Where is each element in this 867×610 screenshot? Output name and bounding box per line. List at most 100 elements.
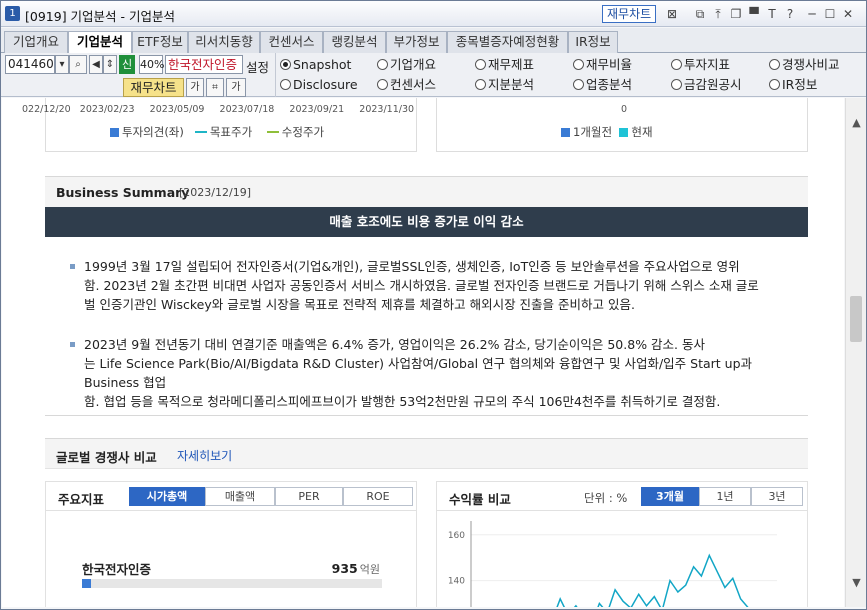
return-series-line (556, 553, 749, 607)
global-compare-header: 글로벌 경쟁사 비교 자세히보기 (45, 438, 808, 469)
period-tab-3y[interactable]: 3년 (751, 487, 803, 506)
y-tick-label: 140 (448, 577, 465, 587)
chart-legend: 투자의견(좌) 목표주가 수정주가 (110, 124, 324, 140)
app-window: 1 [0919] 기업분석 - 기업분석 재무차트 ⊠ ⧉ ⤒ ❐ ▀ T ? … (0, 0, 867, 610)
radio-dot (573, 79, 584, 90)
tab-company-analysis[interactable]: 기업분석 (68, 31, 132, 54)
radio-dot (280, 79, 291, 90)
radio-dot (573, 59, 584, 70)
radio-label: 금감원공시 (684, 77, 742, 92)
period-tab-1y[interactable]: 1년 (699, 487, 751, 506)
stepper-icon[interactable]: ⇕ (103, 55, 117, 74)
radio-dot (377, 59, 388, 70)
minimize-icon[interactable]: ─ (804, 6, 820, 22)
report-content: 022/12/20 2023/02/23 2023/05/09 2023/07/… (2, 98, 844, 607)
radio-industry-analysis[interactable]: 업종분석 (573, 77, 632, 93)
company-name-field[interactable]: 한국전자인증 (165, 55, 243, 74)
radio-competitor-comparison[interactable]: 경쟁사비교 (769, 57, 840, 73)
date-tick: 2023/09/21 (289, 104, 345, 115)
radio-financial-ratios[interactable]: 재무비율 (573, 57, 632, 73)
market-cap-bar-fill (82, 579, 91, 588)
radio-label: Snapshot (293, 57, 352, 72)
return-line-chart: 160140120 (448, 521, 777, 607)
maximize-icon[interactable]: ☐ (822, 6, 838, 22)
kpi-tab-market-cap[interactable]: 시가총액 (129, 487, 205, 506)
kpi-tab-per[interactable]: PER (275, 487, 343, 506)
financial-chart-button[interactable]: 재무차트 (602, 5, 657, 23)
link-icon[interactable]: ⧉ (692, 6, 708, 22)
vertical-scrollbar[interactable]: ▲ ▼ (845, 98, 866, 607)
radio-shareholding[interactable]: 지분분석 (475, 77, 534, 93)
business-summary-headline: 매출 호조에도 비용 증가로 이익 감소 (45, 207, 808, 237)
view-radio-group: Snapshot 기업개요 재무제표 재무비율 투자지표 경쟁사비교 Discl… (275, 53, 866, 97)
summary-line: 2023년 9월 전년동기 대비 연결기준 매출액은 6.4% 증가, 영업이익… (84, 337, 705, 352)
radio-fss-disclosure[interactable]: 금감원공시 (671, 77, 742, 93)
period-tab-3m[interactable]: 3개월 (641, 487, 699, 506)
kpi-body: 한국전자인증 935 억원 (45, 511, 417, 607)
radio-snapshot[interactable]: Snapshot (280, 57, 351, 73)
radio-financial-statements[interactable]: 재무제표 (475, 57, 534, 73)
kpi-tab-roe[interactable]: ROE (343, 487, 413, 506)
pin-icon[interactable]: ▀ (746, 6, 762, 22)
tab-ranking[interactable]: 랭킹분석 (323, 31, 386, 53)
radio-label: 컨센서스 (390, 77, 437, 92)
main-tab-bar: 기업개요 기업분석 ETF정보 리서치동향 컨센서스 랭킹분석 부가정보 종목별… (1, 28, 866, 54)
detail-link[interactable]: 자세히보기 (177, 447, 232, 464)
y-tick-label: 160 (448, 531, 465, 541)
font-size-icon[interactable]: T (764, 6, 780, 22)
radio-dot (671, 59, 682, 70)
close-icon[interactable]: ✕ (840, 6, 856, 22)
font-large-icon[interactable]: 가 (226, 78, 246, 97)
radio-consensus[interactable]: 컨센서스 (377, 77, 436, 93)
search-icon[interactable]: ⌕ (69, 55, 87, 74)
tab-capital-increase[interactable]: 종목별증자예정현황 (447, 31, 568, 53)
summary-line: 1999년 3월 17일 설립되어 전자인증서(기업&개인), 글로벌SSL인증… (84, 259, 740, 274)
radio-dot (769, 59, 780, 70)
code-dropdown-icon[interactable]: ▾ (55, 55, 69, 74)
date-tick: 022/12/20 (22, 104, 71, 115)
settings-button[interactable]: 설정 (246, 57, 269, 76)
radio-ir-info[interactable]: IR정보 (769, 77, 817, 93)
font-small-icon[interactable]: 가 (186, 78, 204, 97)
expand-icon[interactable]: ⌗ (206, 78, 224, 97)
copy-icon[interactable]: ❐ (728, 6, 744, 22)
summary-line: 벌 인증기관인 Wisckey와 글로벌 시장을 목표로 전략적 제휴를 체결하… (84, 297, 635, 312)
chart-icon[interactable]: ⊠ (664, 6, 680, 22)
tab-ir-info[interactable]: IR정보 (568, 31, 618, 53)
radio-investment-indicators[interactable]: 투자지표 (671, 57, 730, 73)
speaker-icon[interactable]: ◀ (89, 55, 103, 74)
business-summary-title: Business Summary (56, 185, 190, 200)
legend-swatch (266, 131, 279, 133)
summary-paragraph: 2023년 9월 전년동기 대비 연결기준 매출액은 6.4% 증가, 영업이익… (84, 335, 789, 411)
date-tick: 2023/11/30 (359, 104, 415, 115)
kpi-header: 주요지표 시가총액 매출액 PER ROE (45, 481, 417, 511)
credit-badge: 신 (119, 55, 135, 74)
radio-dot (280, 59, 291, 70)
radio-company-overview[interactable]: 기업개요 (377, 57, 436, 73)
tab-research[interactable]: 리서치동향 (188, 31, 260, 53)
scroll-thumb[interactable] (850, 296, 862, 342)
radio-label: Disclosure (293, 77, 358, 92)
tab-extra-info[interactable]: 부가정보 (386, 31, 447, 53)
legend-label: 1개월전 (573, 125, 613, 139)
summary-paragraph: 1999년 3월 17일 설립되어 전자인증서(기업&개인), 글로벌SSL인증… (84, 257, 789, 314)
legend-label: 투자의견(좌) (122, 125, 184, 139)
tab-company-overview[interactable]: 기업개요 (4, 31, 68, 53)
stock-code-input[interactable]: 041460 (5, 55, 55, 74)
scroll-down-icon[interactable]: ▼ (850, 576, 863, 589)
kpi-tab-revenue[interactable]: 매출액 (205, 487, 275, 506)
financial-chart-yellow-button[interactable]: 재무차트 (123, 78, 184, 97)
return-compare-title: 수익률 비교 (449, 492, 511, 507)
value-unit: 억원 (359, 563, 380, 576)
zero-tick: 0 (621, 104, 628, 115)
radio-disclosure[interactable]: Disclosure (280, 77, 358, 93)
tab-consensus[interactable]: 컨센서스 (260, 31, 323, 53)
tab-etf-info[interactable]: ETF정보 (132, 31, 188, 53)
legend-label: 목표주가 (209, 125, 253, 139)
market-cap-bar-track (82, 579, 382, 588)
date-tick: 2023/02/23 (79, 104, 135, 115)
upload-icon[interactable]: ⤒ (710, 6, 726, 22)
radio-label: 기업개요 (390, 57, 437, 72)
scroll-up-icon[interactable]: ▲ (850, 116, 863, 129)
help-icon[interactable]: ? (782, 6, 798, 22)
